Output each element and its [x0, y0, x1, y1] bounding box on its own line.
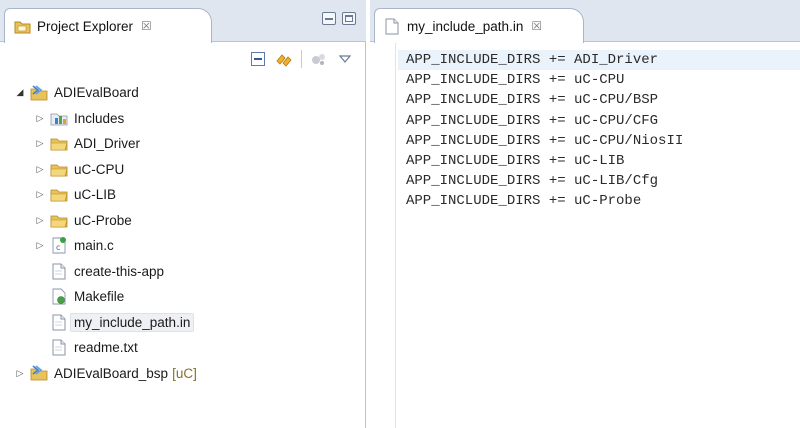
tab-label: my_include_path.in [407, 18, 524, 34]
code-line: APP_INCLUDE_DIRS += uC-LIB/Cfg [406, 173, 659, 190]
tree-item-label: uC-Probe [74, 212, 132, 228]
code-line: APP_INCLUDE_DIRS += ADI_Driver [398, 50, 800, 71]
editor-gutter [370, 43, 396, 428]
maximize-button[interactable] [342, 12, 356, 25]
tree-item-adievalboard[interactable]: ◢ ADIEvalBoard [0, 80, 366, 106]
tree-item-my-include-path-in[interactable]: my_include_path.in [0, 310, 366, 336]
tree-item-label: ADI_Driver [74, 136, 141, 152]
tree-item-adi-driver[interactable]: ▷ ADI_Driver [0, 131, 366, 157]
minimize-button[interactable] [322, 12, 336, 25]
tree-item-label: uC-LIB [74, 187, 117, 203]
close-icon[interactable]: ☒ [531, 19, 542, 33]
tree-item-uc-lib[interactable]: ▷ uC-LIB [0, 182, 366, 208]
code-line: APP_INCLUDE_DIRS += uC-CPU/CFG [406, 112, 659, 129]
focus-icon[interactable] [310, 50, 328, 68]
tree-item-readme-txt[interactable]: readme.txt [0, 335, 366, 361]
code-line: APP_INCLUDE_DIRS += uC-Probe [406, 193, 642, 210]
toolbar-separator [301, 50, 302, 68]
code-line: APP_INCLUDE_DIRS += uC-LIB [406, 153, 625, 170]
code-text-area[interactable]: APP_INCLUDE_DIRS += ADI_Driver APP_INCLUD… [398, 50, 800, 212]
tree-item-label: Makefile [74, 289, 125, 305]
svg-text:c: c [56, 243, 60, 252]
tab-my-include-path[interactable]: my_include_path.in ☒ [374, 8, 584, 43]
collapsed-arrow-icon[interactable]: ▷ [34, 240, 46, 251]
c-file-icon: c [50, 237, 68, 255]
collapsed-arrow-icon[interactable]: ▷ [34, 189, 46, 200]
tree-item-uc-cpu[interactable]: ▷ uC-CPU [0, 157, 366, 183]
tree-item-create-this-app[interactable]: create-this-app [0, 259, 366, 285]
collapsed-arrow-icon[interactable]: ▷ [34, 138, 46, 149]
tree-item-decoration: [uC] [172, 365, 197, 381]
tree-item-makefile[interactable]: Makefile [0, 284, 366, 310]
collapsed-arrow-icon[interactable]: ▷ [34, 215, 46, 226]
tab-label: Project Explorer [37, 18, 134, 34]
folder-icon [50, 160, 68, 178]
project-tree: ◢ ADIEvalBoard ▷ Includes ▷ ADI_Driver ▷ uC-CPU… [0, 80, 366, 386]
file-icon [50, 339, 68, 357]
tree-item-adievalboard-bsp[interactable]: ▷ ADIEvalBoard_bsp [uC] [0, 361, 366, 387]
text-file-icon [383, 17, 401, 35]
tab-project-explorer[interactable]: Project Explorer ☒ [4, 8, 212, 43]
explorer-tab-bar: Project Explorer ☒ [0, 0, 366, 43]
code-line: APP_INCLUDE_DIRS += uC-CPU [406, 72, 625, 89]
code-line: APP_INCLUDE_DIRS += uC-CPU/BSP [406, 92, 659, 109]
project-explorer-icon [13, 17, 31, 35]
project-explorer-view: Project Explorer ☒ ◢ ADIEvalBoard ▷ Incl… [0, 0, 366, 428]
link-with-editor-icon[interactable] [275, 50, 293, 68]
tree-item-label: create-this-app [74, 263, 165, 279]
folder-icon [50, 211, 68, 229]
tree-item-label: readme.txt [74, 340, 138, 356]
expanded-arrow-icon[interactable]: ◢ [14, 87, 26, 98]
code-line: APP_INCLUDE_DIRS += uC-CPU/NiosII [406, 132, 684, 149]
folder-icon [50, 186, 68, 204]
tree-item-label: Includes [74, 110, 125, 126]
tree-item-uc-probe[interactable]: ▷ uC-Probe [0, 208, 366, 234]
tree-item-main-c[interactable]: ▷ c main.c [0, 233, 366, 259]
editor-tab-bar: my_include_path.in ☒ [370, 0, 800, 43]
collapse-all-icon[interactable] [249, 50, 267, 68]
file-icon [50, 313, 68, 331]
collapsed-arrow-icon[interactable]: ▷ [34, 113, 46, 124]
project-icon [30, 84, 48, 102]
editor-area: my_include_path.in ☒ APP_INCLUDE_DIRS +=… [370, 0, 800, 428]
tree-item-label: ADIEvalBoard_bsp [54, 365, 169, 381]
tree-item-label: main.c [74, 238, 114, 254]
tree-item-label: my_include_path.in [70, 312, 195, 332]
file-icon [50, 262, 68, 280]
folder-icon [50, 135, 68, 153]
makefile-icon [50, 288, 68, 306]
tree-item-includes[interactable]: ▷ Includes [0, 106, 366, 132]
includes-icon [50, 109, 68, 127]
collapsed-arrow-icon[interactable]: ▷ [14, 368, 26, 379]
collapsed-arrow-icon[interactable]: ▷ [34, 164, 46, 175]
close-icon[interactable]: ☒ [141, 19, 152, 33]
tree-item-label: uC-CPU [74, 161, 125, 177]
tree-item-label: ADIEvalBoard [54, 85, 139, 101]
view-menu-icon[interactable] [336, 50, 354, 68]
project-icon [30, 364, 48, 382]
explorer-toolbar [0, 43, 366, 75]
